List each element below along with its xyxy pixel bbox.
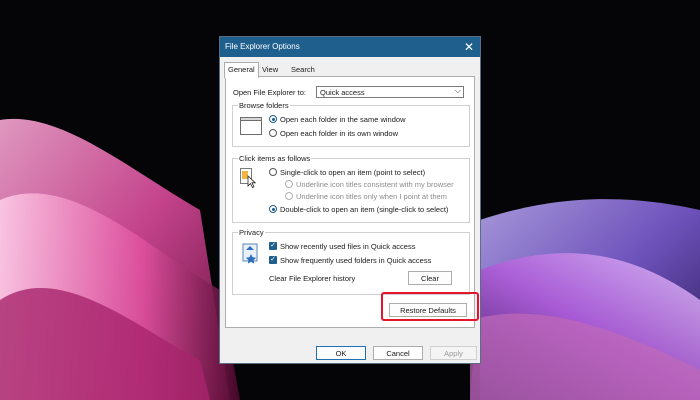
general-tab-panel: Open File Explorer to: Quick access ⌵ Br… (225, 76, 475, 328)
privacy-group: Privacy ✓ Show recently used files in Qu… (232, 228, 470, 295)
close-icon[interactable]: ✕ (461, 39, 477, 55)
open-to-dropdown[interactable]: Quick access ⌵ (316, 86, 464, 98)
radio-underline-point[interactable] (285, 192, 293, 200)
browse-folders-title: Browse folders (238, 101, 290, 110)
radio-own-window[interactable] (269, 129, 277, 137)
recent-files-label: Show recently used files in Quick access (280, 242, 416, 251)
clear-history-label: Clear File Explorer history (269, 274, 356, 283)
chevron-down-icon: ⌵ (454, 86, 461, 95)
click-items-title: Click items as follows (238, 154, 312, 163)
clear-history-button[interactable]: Clear (408, 271, 452, 285)
cancel-button[interactable]: Cancel (373, 346, 423, 360)
tab-view[interactable]: View (259, 64, 281, 76)
radio-same-window[interactable] (269, 115, 277, 123)
open-to-label: Open File Explorer to: (233, 88, 306, 97)
own-window-label: Open each folder in its own window (280, 129, 398, 138)
ok-button[interactable]: OK (316, 346, 366, 360)
dialog-title: File Explorer Options (225, 42, 300, 51)
radio-single-click[interactable] (269, 168, 277, 176)
radio-double-click[interactable] (269, 205, 277, 213)
browse-folders-group: Browse folders Open each folder in the s… (232, 101, 470, 147)
radio-underline-browser[interactable] (285, 180, 293, 188)
double-click-label: Double-click to open an item (single-cli… (280, 205, 449, 214)
underline-browser-label: Underline icon titles consistent with my… (296, 180, 454, 189)
same-window-label: Open each folder in the same window (280, 115, 406, 124)
cursor-document-icon (240, 168, 257, 189)
click-items-group: Click items as follows Single-click to o… (232, 154, 470, 223)
checkbox-frequent-folders[interactable]: ✓ (269, 256, 277, 264)
frequent-folders-label: Show frequently used folders in Quick ac… (280, 256, 432, 265)
checkbox-recent-files[interactable]: ✓ (269, 242, 277, 250)
privacy-title: Privacy (238, 228, 265, 237)
restore-defaults-highlight (381, 292, 479, 321)
tab-search[interactable]: Search (288, 64, 318, 76)
single-click-label: Single-click to open an item (point to s… (280, 168, 426, 177)
dialog-titlebar[interactable]: File Explorer Options ✕ (220, 37, 480, 57)
apply-button[interactable]: Apply (430, 346, 477, 360)
tab-general[interactable]: General (224, 62, 259, 78)
underline-point-label: Underline icon titles only when I point … (296, 192, 447, 201)
open-to-value: Quick access (320, 88, 365, 97)
quick-access-privacy-icon (240, 242, 262, 264)
folder-window-icon (240, 117, 262, 135)
